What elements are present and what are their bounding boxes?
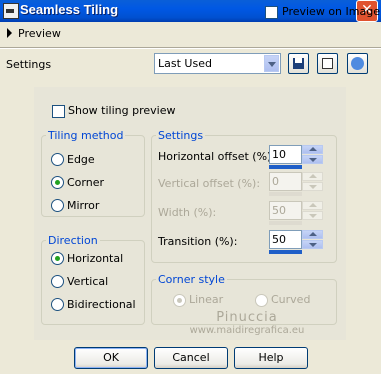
settings-label: Settings: [6, 58, 52, 71]
horizontal-offset-input[interactable]: 10: [269, 145, 302, 164]
horizontal-offset-spinner[interactable]: [302, 145, 323, 164]
width-input: 50: [269, 201, 302, 220]
preview-on-image-label[interactable]: Preview on Image: [282, 5, 380, 18]
settings-group-legend: Settings: [158, 129, 204, 142]
radio-bidirectional-label[interactable]: Bidirectional: [67, 298, 136, 311]
preset-dropdown[interactable]: Last Used: [154, 53, 281, 74]
horizontal-offset-slider[interactable]: [269, 165, 302, 169]
radio-mirror[interactable]: [51, 199, 64, 212]
spin-down-icon: [302, 211, 323, 220]
transition-slider[interactable]: [269, 250, 302, 254]
separator: [0, 47, 381, 49]
show-tiling-preview-label[interactable]: Show tiling preview: [68, 104, 175, 117]
preview-toggle[interactable]: Preview: [18, 27, 61, 40]
corner-style-legend: Corner style: [158, 273, 225, 286]
radio-bidirectional[interactable]: [51, 298, 64, 311]
radio-edge-label[interactable]: Edge: [67, 153, 95, 166]
radio-horizontal-label[interactable]: Horizontal: [67, 252, 123, 265]
vertical-offset-spinner: [302, 172, 323, 191]
transition-spinner[interactable]: [302, 230, 323, 249]
preview-on-image-checkbox[interactable]: [265, 6, 278, 19]
horizontal-offset-value: 10: [272, 148, 286, 161]
reset-button[interactable]: [347, 53, 368, 74]
radio-corner-label[interactable]: Corner: [67, 176, 104, 189]
watermark: Pinuccia www.maidiregrafica.eu: [172, 310, 322, 336]
radio-curved-label: Curved: [271, 293, 311, 306]
radio-corner[interactable]: [51, 176, 64, 189]
save-preset-button[interactable]: [288, 53, 309, 74]
vertical-offset-label: Vertical offset (%):: [158, 177, 261, 190]
radio-vertical[interactable]: [51, 275, 64, 288]
radio-linear-label: Linear: [189, 293, 224, 306]
app-icon: [3, 3, 19, 19]
direction-legend: Direction: [48, 234, 98, 247]
chevron-down-icon[interactable]: [264, 55, 279, 72]
spin-up-icon[interactable]: [302, 145, 323, 154]
spin-up-icon[interactable]: [302, 230, 323, 239]
radio-curved: [255, 294, 268, 307]
preset-value: Last Used: [158, 57, 212, 70]
width-label: Width (%):: [158, 206, 217, 219]
width-value: 50: [272, 204, 286, 217]
randomize-button[interactable]: [317, 53, 338, 74]
radio-linear: [173, 294, 186, 307]
transition-value: 50: [272, 233, 286, 246]
transition-label: Transition (%):: [158, 235, 238, 248]
window-title: Seamless Tiling: [20, 2, 119, 17]
help-button[interactable]: Help: [234, 347, 308, 369]
spin-down-icon: [302, 182, 323, 191]
show-tiling-preview-checkbox[interactable]: [52, 105, 65, 118]
vertical-offset-slider: [269, 192, 302, 196]
horizontal-offset-label: Horizontal offset (%):: [158, 150, 276, 163]
cancel-button[interactable]: Cancel: [154, 347, 228, 369]
spin-up-icon: [302, 172, 323, 181]
width-slider: [269, 221, 302, 225]
spin-up-icon: [302, 201, 323, 210]
width-spinner: [302, 201, 323, 220]
transition-input[interactable]: 50: [269, 230, 302, 249]
radio-vertical-label[interactable]: Vertical: [67, 275, 108, 288]
watermark-line1: Pinuccia: [216, 310, 278, 325]
radio-horizontal[interactable]: [51, 252, 64, 265]
ok-button[interactable]: OK: [74, 347, 148, 369]
radio-edge[interactable]: [51, 153, 64, 166]
preview-row: Preview: [0, 22, 381, 46]
expand-arrow-icon[interactable]: [7, 28, 12, 38]
vertical-offset-value: 0: [272, 175, 279, 188]
watermark-line2: www.maidiregrafica.eu: [189, 325, 305, 336]
spin-down-icon[interactable]: [302, 240, 323, 249]
tiling-method-legend: Tiling method: [48, 129, 124, 142]
radio-mirror-label[interactable]: Mirror: [67, 199, 99, 212]
vertical-offset-input: 0: [269, 172, 302, 191]
spin-down-icon[interactable]: [302, 155, 323, 164]
